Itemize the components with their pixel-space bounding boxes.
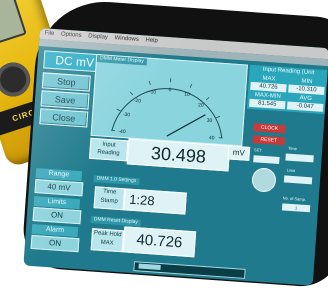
dial-tick-label: -40 xyxy=(118,129,126,136)
clock-button[interactable]: CLOCK xyxy=(253,123,285,133)
menu-help[interactable]: Help xyxy=(145,37,158,44)
stop-button[interactable]: Stop xyxy=(42,72,91,91)
max-min-value: 81.545 xyxy=(249,99,285,109)
set-label: SET xyxy=(254,147,262,153)
limits-toggle[interactable]: ON xyxy=(33,207,82,224)
peak-hold-label: Peak Hold MAX xyxy=(91,228,124,252)
peak-hold-value: 40.726 xyxy=(123,226,197,257)
scrollbar-thumb[interactable] xyxy=(138,263,160,270)
limit-label: Limit xyxy=(287,168,296,174)
time-panel-header: DMM 1.0 Settings xyxy=(93,175,139,185)
time-field[interactable] xyxy=(285,153,313,162)
time-label: Time xyxy=(288,146,297,152)
input-reading-stats: Input Reading (Unit MAX MIN 40.726 -10.3… xyxy=(247,65,328,114)
alarm-toggle[interactable]: ON xyxy=(31,235,80,252)
horizontal-scrollbar[interactable] xyxy=(133,261,245,279)
menu-windows[interactable]: Windows xyxy=(114,35,139,43)
dial-tick xyxy=(216,116,220,118)
analog-meter: -40 -30-20 -10 0 10 20 30 40 xyxy=(92,63,247,145)
monitor-screen: File Options Display Windows Help DC mV … xyxy=(23,28,328,286)
menu-display[interactable]: Display xyxy=(88,33,108,40)
dial-tick-label: 30 xyxy=(207,118,213,124)
meter-lcd xyxy=(0,0,27,48)
samples-label: No. of Samp. xyxy=(283,195,307,202)
time-stamp-label: Time Stamp xyxy=(94,186,125,210)
dial-tick xyxy=(190,84,192,88)
meter-needle xyxy=(167,112,206,139)
menu-options[interactable]: Options xyxy=(61,31,82,38)
dial-tick-label: -10 xyxy=(149,89,157,96)
samples-field[interactable]: 1 xyxy=(282,203,310,212)
reading-unit: mV xyxy=(227,145,250,161)
menu-file[interactable]: File xyxy=(44,30,54,37)
meter-dial xyxy=(0,58,35,101)
dial-tick-label: 10 xyxy=(184,92,190,98)
dial-tick-label: -30 xyxy=(123,112,131,119)
dial-tick-label: 20 xyxy=(198,102,204,108)
adjust-knob[interactable] xyxy=(251,167,277,193)
input-reading-label: Input Reading xyxy=(89,138,128,162)
dial-tick xyxy=(206,97,209,100)
save-button[interactable]: Save xyxy=(41,90,90,109)
hold-panel-header: DMM Reset Display xyxy=(91,216,142,226)
dial-tick xyxy=(149,81,151,85)
limit-field[interactable] xyxy=(284,175,312,184)
avg-value: -0.047 xyxy=(287,101,323,111)
dial-tick xyxy=(117,109,121,111)
dial-tick-label: -20 xyxy=(133,98,141,105)
dial-tick-label: 40 xyxy=(209,135,215,141)
time-stamp-value: 1:28 xyxy=(123,188,186,214)
reset-button[interactable]: RESET xyxy=(252,135,284,145)
analog-meter-panel: DMM Meter Display -40-30-20-10010203040 xyxy=(91,54,248,146)
range-select[interactable]: 40 mV xyxy=(34,179,83,196)
close-button[interactable]: Close xyxy=(39,108,88,127)
set-field[interactable] xyxy=(253,155,279,164)
dial-tick xyxy=(130,92,133,95)
dial-tick-label: 0 xyxy=(168,87,171,93)
